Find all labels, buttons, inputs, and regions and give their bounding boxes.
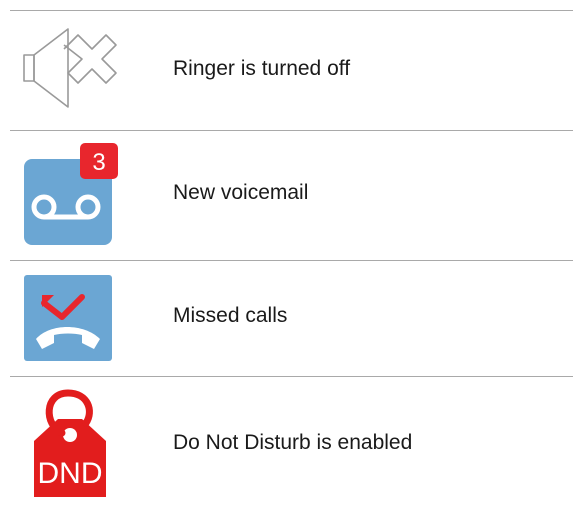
dnd-text: DND — [38, 457, 103, 490]
speaker-muted-icon — [22, 25, 118, 115]
legend-label: New voicemail — [173, 181, 309, 204]
legend-label: Missed calls — [173, 304, 288, 327]
legend-row-missed-calls: Missed calls — [10, 260, 573, 376]
legend-row-voicemail: 3 New voicemail — [10, 130, 573, 260]
legend-label: Do Not Disturb is enabled — [173, 431, 413, 454]
legend-label: Ringer is turned off — [173, 57, 351, 80]
missed-call-icon — [22, 273, 114, 363]
legend-row-ringer-off: Ringer is turned off — [10, 10, 573, 130]
legend-row-dnd: DND Do Not Disturb is enabled — [10, 376, 573, 508]
dnd-tag-icon: DND — [22, 389, 114, 499]
status-icon-legend: Ringer is turned off 3 New voicemail Mis… — [10, 10, 573, 508]
voicemail-icon: 3 — [22, 143, 120, 247]
voicemail-count-badge: 3 — [92, 149, 105, 176]
